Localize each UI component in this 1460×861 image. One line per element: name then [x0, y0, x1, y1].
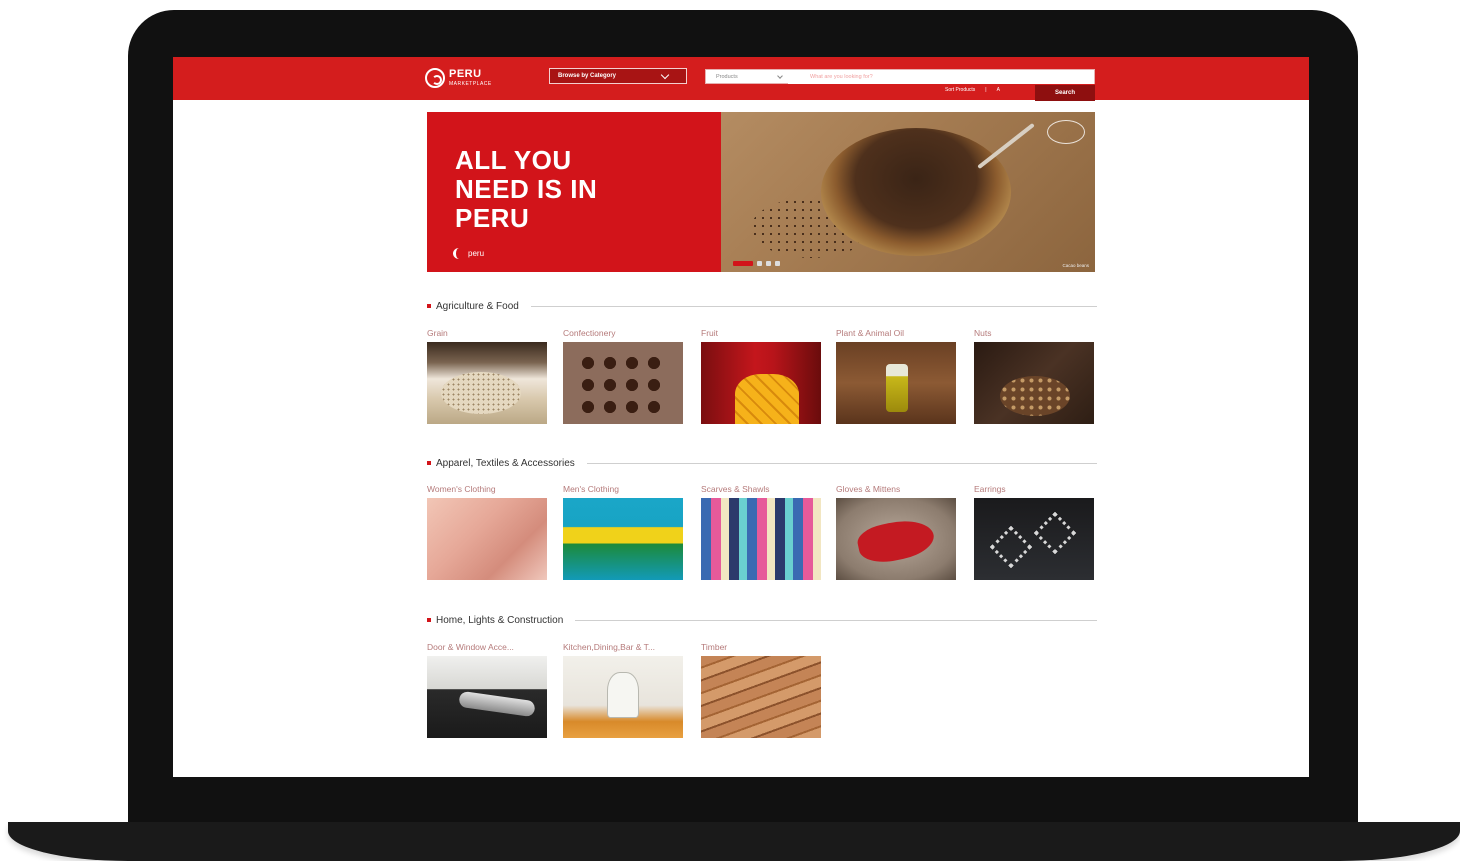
category-label[interactable]: Men's Clothing [563, 482, 685, 496]
scarves-photo[interactable] [701, 498, 821, 580]
section-bullet-icon [427, 304, 431, 308]
browser-viewport: PERU MARKETPLACE Browse by Category Prod… [173, 57, 1309, 777]
sublink-divider: | [985, 87, 987, 93]
chevron-down-icon [777, 72, 783, 79]
browse-category-dropdown[interactable]: Browse by Category [549, 68, 687, 84]
hero-caption: Cacao beans [1062, 263, 1089, 268]
peru-logo-icon [425, 68, 445, 88]
carousel-dot[interactable] [757, 261, 762, 266]
section-header-home: Home, Lights & Construction [427, 614, 1097, 626]
spoon-graphic [977, 122, 1035, 170]
category-label[interactable]: Door & Window Acce... [427, 640, 549, 654]
womens-clothing-photo[interactable] [427, 498, 547, 580]
category-label[interactable]: Confectionery [563, 326, 685, 340]
peru-brand-icon [453, 248, 465, 259]
carousel-dot[interactable] [766, 261, 771, 266]
section-divider [586, 462, 1097, 464]
category-tile-mens-clothing[interactable]: Men's Clothing [563, 482, 685, 580]
category-tile-kitchen[interactable]: Kitchen,Dining,Bar & T... [563, 640, 685, 738]
category-tile-nuts[interactable]: Nuts [974, 326, 1096, 424]
door-hardware-photo[interactable] [427, 656, 547, 738]
hero-banner[interactable]: ALL YOU NEED IS IN PERU peru Cacao beans [427, 112, 1095, 272]
category-label[interactable]: Women's Clothing [427, 482, 549, 496]
grain-photo[interactable] [427, 342, 547, 424]
timber-photo[interactable] [701, 656, 821, 738]
section-bullet-icon [427, 618, 431, 622]
site-logo[interactable]: PERU MARKETPLACE [425, 65, 492, 91]
search-type-select[interactable]: Products [706, 72, 788, 80]
bowl-graphic [821, 128, 1011, 256]
chocolate-photo[interactable] [563, 342, 683, 424]
category-label[interactable]: Nuts [974, 326, 1096, 340]
category-tile-door-window[interactable]: Door & Window Acce... [427, 640, 549, 738]
mango-photo[interactable] [701, 342, 821, 424]
hero-image-cacao-bowl: Cacao beans [721, 112, 1095, 272]
nuts-photo[interactable] [974, 342, 1094, 424]
hero-brand: peru [453, 248, 484, 259]
carousel-dot[interactable] [775, 261, 780, 266]
category-tile-confectionery[interactable]: Confectionery [563, 326, 685, 424]
hero-red-panel: ALL YOU NEED IS IN PERU peru [427, 112, 721, 272]
search-type-value: Products [716, 73, 738, 80]
category-label[interactable]: Plant & Animal Oil [836, 326, 958, 340]
category-label[interactable]: Kitchen,Dining,Bar & T... [563, 640, 685, 654]
section-header-apparel: Apparel, Textiles & Accessories [427, 457, 1097, 469]
category-tile-oil[interactable]: Plant & Animal Oil [836, 326, 958, 424]
category-tile-earrings[interactable]: Earrings [974, 482, 1096, 580]
category-tile-gloves[interactable]: Gloves & Mittens [836, 482, 958, 580]
peru-watermark-icon [1047, 120, 1085, 144]
sublink-a[interactable]: A [997, 87, 1000, 93]
category-tile-womens-clothing[interactable]: Women's Clothing [427, 482, 549, 580]
section-header-agriculture: Agriculture & Food [427, 300, 1097, 312]
category-label[interactable]: Timber [701, 640, 823, 654]
category-tile-fruit[interactable]: Fruit [701, 326, 823, 424]
logo-text: PERU MARKETPLACE [449, 69, 492, 87]
category-tile-grain[interactable]: Grain [427, 326, 549, 424]
category-label[interactable]: Fruit [701, 326, 823, 340]
earrings-photo[interactable] [974, 498, 1094, 580]
gloves-photo[interactable] [836, 498, 956, 580]
search-button[interactable]: Search [1035, 85, 1095, 101]
search-bar: Products [705, 69, 1095, 84]
laptop-base [8, 822, 1460, 861]
oil-photo[interactable] [836, 342, 956, 424]
hero-brand-text: peru [468, 249, 485, 258]
site-header: PERU MARKETPLACE Browse by Category Prod… [173, 57, 1309, 101]
logo-title: PERU [449, 68, 482, 80]
section-bullet-icon [427, 461, 431, 465]
category-tile-timber[interactable]: Timber [701, 640, 823, 738]
category-label[interactable]: Gloves & Mittens [836, 482, 958, 496]
section-divider [575, 619, 1097, 621]
logo-subtitle: MARKETPLACE [449, 81, 492, 87]
category-label[interactable]: Scarves & Shawls [701, 482, 823, 496]
category-label[interactable]: Earrings [974, 482, 1096, 496]
chevron-down-icon [660, 70, 670, 80]
hero-headline: ALL YOU NEED IS IN PERU [455, 145, 598, 233]
search-input[interactable] [788, 69, 1094, 84]
section-divider [530, 305, 1097, 307]
section-title[interactable]: Apparel, Textiles & Accessories [436, 458, 575, 469]
category-tile-scarves[interactable]: Scarves & Shawls [701, 482, 823, 580]
search-sublinks: Sort Products | A [945, 87, 1000, 93]
carousel-dots [733, 261, 780, 266]
carousel-dot[interactable] [733, 261, 753, 266]
browse-category-label: Browse by Category [558, 73, 617, 79]
section-title[interactable]: Home, Lights & Construction [436, 615, 563, 626]
section-title[interactable]: Agriculture & Food [436, 301, 519, 312]
category-label[interactable]: Grain [427, 326, 549, 340]
kitchen-photo[interactable] [563, 656, 683, 738]
sort-products-link[interactable]: Sort Products [945, 87, 975, 93]
mens-clothing-photo[interactable] [563, 498, 683, 580]
